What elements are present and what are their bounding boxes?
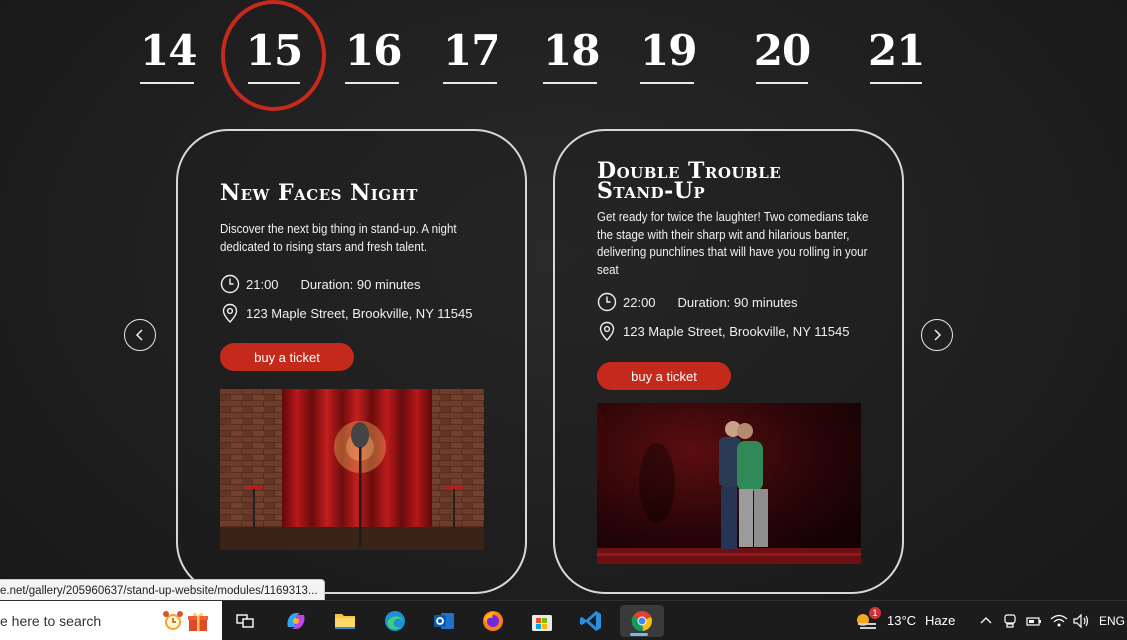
weather-description: Haze (925, 613, 956, 628)
event-time-row: 21:00 Duration: 90 minutes (220, 273, 421, 295)
event-title-line: Stand-Up (597, 178, 706, 204)
date-label: 20 (753, 26, 811, 75)
date-label: 14 (140, 26, 197, 75)
date-underline (870, 82, 922, 84)
chevron-left-icon (135, 329, 143, 341)
event-description: Discover the next big thing in stand-up.… (220, 222, 457, 254)
location-pin-icon (222, 303, 238, 323)
next-arrow-button[interactable] (921, 319, 953, 351)
event-time-row: 22:00 Duration: 90 minutes (597, 291, 798, 313)
event-duration: Duration: 90 minutes (300, 276, 421, 292)
event-schedule-page: 14 15 16 17 18 19 20 21 New Faces Night … (0, 0, 1127, 600)
date-underline (443, 82, 497, 84)
buy-ticket-button[interactable]: buy a ticket (220, 343, 354, 371)
date-15[interactable]: 15 (243, 28, 305, 88)
microsoft-store-icon[interactable] (523, 605, 561, 637)
event-location-row: 123 Maple Street, Brookville, NY 11545 (597, 320, 849, 342)
event-title: Double Trouble Stand-Up (597, 160, 872, 204)
location-pin-icon (599, 321, 615, 341)
weather-temperature: 13°C (887, 613, 917, 628)
status-bar-url: e.net/gallery/205960637/stand-up-website… (0, 579, 325, 600)
event-duration: Duration: 90 minutes (677, 294, 798, 310)
date-label: 18 (543, 26, 600, 75)
date-label: 19 (640, 26, 697, 75)
vscode-icon[interactable] (572, 605, 610, 637)
file-explorer-icon[interactable] (326, 605, 364, 637)
wifi-icon[interactable] (1048, 605, 1070, 637)
clock-icon (597, 292, 617, 312)
event-card: New Faces Night Discover the next big th… (176, 129, 527, 594)
gift-icon[interactable] (179, 605, 217, 637)
event-time: 21:00 (246, 276, 279, 292)
date-20[interactable]: 20 (750, 28, 814, 88)
date-underline (756, 82, 808, 84)
date-label: 17 (443, 26, 500, 75)
date-underline (640, 82, 694, 84)
date-underline (543, 82, 597, 84)
volume-icon[interactable] (1070, 605, 1092, 637)
event-address: 123 Maple Street, Brookville, NY 11545 (623, 323, 850, 339)
date-label: 15 (245, 26, 303, 75)
date-underline (345, 82, 399, 84)
event-card: Double Trouble Stand-Up Get ready for tw… (553, 129, 904, 594)
date-14[interactable]: 14 (140, 26, 197, 88)
taskbar: e here to search 1 13°C Haze ENG (0, 600, 1127, 640)
date-underline (248, 82, 300, 84)
battery-icon[interactable] (1024, 605, 1044, 637)
date-underline (140, 82, 194, 84)
weather-badge: 1 (869, 607, 881, 619)
prev-arrow-button[interactable] (124, 319, 156, 351)
buy-ticket-button[interactable]: buy a ticket (597, 362, 731, 390)
event-location-row: 123 Maple Street, Brookville, NY 11545 (220, 302, 472, 324)
date-17[interactable]: 17 (443, 26, 500, 88)
show-hidden-icons-chevron-icon[interactable] (976, 605, 996, 637)
chrome-icon[interactable] (620, 605, 664, 637)
event-title: New Faces Night (220, 180, 418, 206)
event-address: 123 Maple Street, Brookville, NY 11545 (246, 305, 473, 321)
meet-camera-icon[interactable] (1000, 605, 1020, 637)
event-time: 22:00 (623, 294, 656, 310)
date-label: 16 (345, 26, 402, 75)
date-16[interactable]: 16 (345, 26, 402, 88)
date-21[interactable]: 21 (868, 26, 925, 88)
event-description: Get ready for twice the laughter! Two co… (597, 210, 869, 277)
copilot-icon[interactable] (277, 605, 315, 637)
language-indicator[interactable]: ENG (1099, 601, 1125, 640)
task-view-icon[interactable] (226, 605, 264, 637)
chevron-right-icon (934, 329, 942, 341)
comedians-on-stage-image (597, 403, 861, 564)
clock-icon (220, 274, 240, 294)
stage-with-microphone-image (220, 389, 484, 550)
weather-icon[interactable]: 1 (850, 605, 884, 637)
date-19[interactable]: 19 (640, 26, 697, 88)
date-label: 21 (868, 26, 925, 75)
firefox-icon[interactable] (474, 605, 512, 637)
edge-browser-icon[interactable] (376, 605, 414, 637)
date-18[interactable]: 18 (543, 26, 600, 88)
outlook-icon[interactable] (425, 605, 463, 637)
search-placeholder: e here to search (0, 613, 102, 629)
